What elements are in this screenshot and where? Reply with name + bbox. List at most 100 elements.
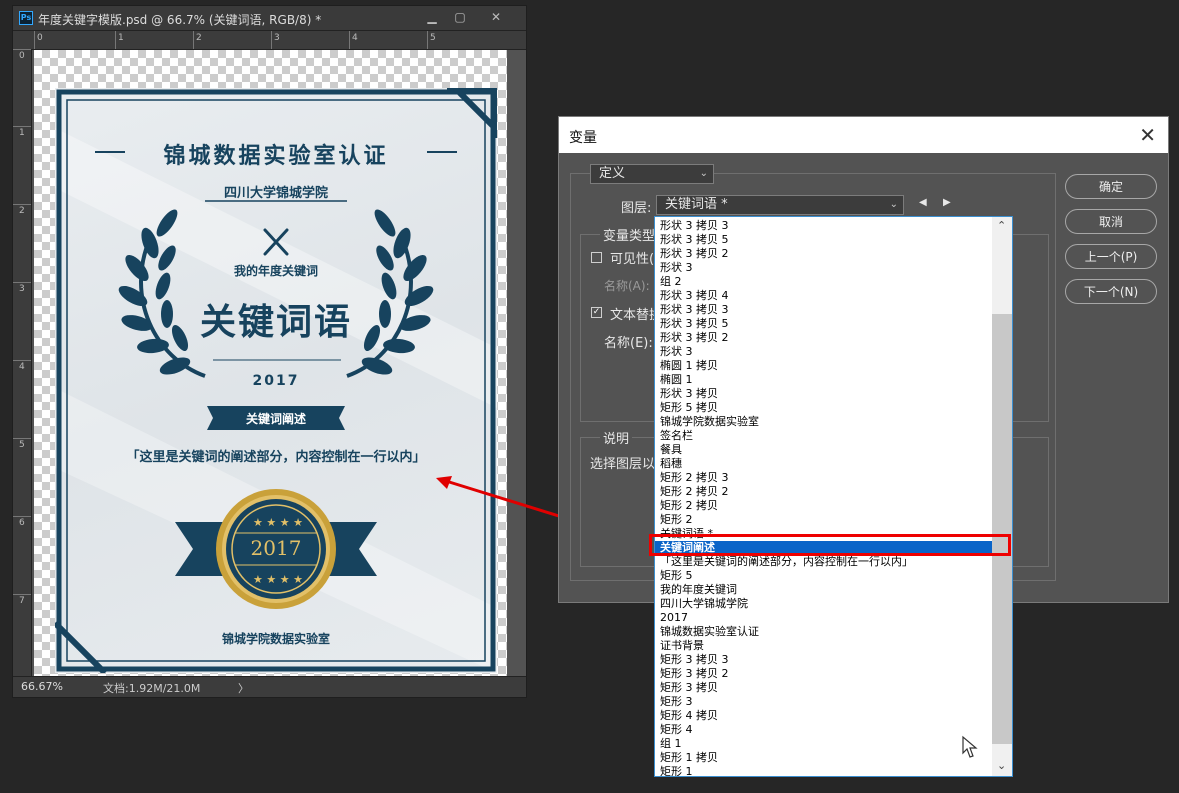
ruler-corner[interactable] (13, 31, 31, 49)
ruler-label: 0 (19, 51, 25, 61)
certificate-year: 2017 (252, 373, 300, 389)
document-title: 年度关键字模版.psd @ 66.7% (关键词语, RGB/8) * (38, 13, 322, 27)
next-button[interactable]: 下一个(N) (1065, 279, 1157, 304)
certificate: ★ ★ ★ ★ ★ ★ ★ ★ 锦城数据实验室认证 四川大学锦城学院 我的年度关… (52, 85, 500, 676)
layer-list-item[interactable]: 签名栏 (655, 429, 992, 443)
certificate-ribbon-text: 关键词阐述 (245, 412, 306, 426)
layer-select-value: 关键词语 * (665, 197, 728, 212)
layer-list-items: 形状 3 拷贝 3 形状 3 拷贝 5 形状 3 拷贝 2 形状 3组 2 形状 3 拷… (655, 219, 992, 776)
layer-list-item[interactable]: 矩形 3 拷贝 3 (655, 653, 992, 667)
dialog-titlebar[interactable]: 变量 ✕ (559, 117, 1168, 153)
layer-list-item[interactable]: 餐具 (655, 443, 992, 457)
layer-list-item[interactable]: 形状 3 (655, 345, 992, 359)
dialog-close-icon[interactable]: ✕ (1139, 123, 1156, 147)
cancel-button[interactable]: 取消 (1065, 209, 1157, 234)
ruler-label: 0 (37, 33, 43, 43)
visibility-checkbox[interactable] (591, 252, 602, 263)
layer-label: 图层: (621, 201, 652, 216)
layer-list-item[interactable]: 形状 3 拷贝 (655, 387, 992, 401)
layer-list-item[interactable]: 形状 3 拷贝 2 (655, 247, 992, 261)
status-bar: 66.67% 文档:1.92M/21.0M 〉 (13, 676, 526, 697)
certificate-keyword: 关键词语 (199, 302, 352, 343)
horizontal-ruler[interactable]: 0 1 2 3 4 5 (31, 31, 526, 50)
ruler-label: 2 (19, 206, 25, 216)
photoshop-icon: Ps (19, 11, 33, 25)
layer-list-item[interactable]: 四川大学锦城学院 (655, 597, 992, 611)
visibility-label: 可见性( (610, 252, 655, 267)
layer-list-item[interactable]: 椭圆 1 拷贝 (655, 359, 992, 373)
layer-list-item[interactable]: 证书背景 (655, 639, 992, 653)
ruler-label: 4 (19, 362, 25, 372)
name-a-label: 名称(A): (604, 279, 650, 293)
ok-button[interactable]: 确定 (1065, 174, 1157, 199)
layer-list-item[interactable]: 锦城学院数据实验室 (655, 415, 992, 429)
layer-list-item[interactable]: 形状 3 拷贝 3 (655, 303, 992, 317)
layer-list-item[interactable]: 「这里是关键词的阐述部分，内容控制在一行以内」 (655, 555, 992, 569)
svg-text:★ ★ ★ ★: ★ ★ ★ ★ (253, 573, 303, 586)
layer-list-item[interactable]: 形状 3 拷贝 5 (655, 317, 992, 331)
layer-list-item[interactable]: 矩形 4 拷贝 (655, 709, 992, 723)
ruler-label: 5 (19, 440, 25, 450)
layer-list-item[interactable]: 矩形 3 拷贝 (655, 681, 992, 695)
layer-list-item[interactable]: 矩形 3 (655, 695, 992, 709)
list-scrollbar[interactable]: ⌃ ⌄ (992, 217, 1012, 776)
layer-list-item[interactable]: 矩形 2 (655, 513, 992, 527)
ruler-label: 3 (274, 33, 280, 43)
vertical-ruler[interactable]: 0 1 2 3 4 5 6 7 (13, 49, 32, 677)
layer-list-item[interactable]: 组 2 (655, 275, 992, 289)
layer-list-item[interactable]: 组 1 (655, 737, 992, 751)
layer-list-item[interactable]: 稻穗 (655, 457, 992, 471)
layer-list-item[interactable]: 形状 3 拷贝 5 (655, 233, 992, 247)
text-replace-checkbox[interactable]: ✓ (591, 307, 602, 318)
document-info: 文档:1.92M/21.0M (103, 682, 201, 695)
layer-list-item[interactable]: 矩形 3 拷贝 2 (655, 667, 992, 681)
layer-list-item[interactable]: 2017 (655, 611, 992, 625)
highlight-annotation-box (649, 534, 1011, 556)
layer-list-item[interactable]: 形状 3 拷贝 2 (655, 331, 992, 345)
layer-list-item[interactable]: 形状 3 拷贝 4 (655, 289, 992, 303)
layer-list-item[interactable]: 矩形 2 拷贝 2 (655, 485, 992, 499)
layer-list-item[interactable]: 矩形 5 拷贝 (655, 401, 992, 415)
certificate-heading: 锦城数据实验室认证 (163, 144, 389, 169)
next-layer-icon[interactable]: ▶ (943, 197, 951, 208)
close-button[interactable]: ✕ (483, 9, 509, 25)
ruler-label: 1 (118, 33, 124, 43)
document-window: Ps 年度关键字模版.psd @ 66.7% (关键词语, RGB/8) * ▁… (12, 5, 527, 698)
status-menu-arrow[interactable]: 〉 (238, 680, 249, 696)
document-titlebar[interactable]: Ps 年度关键字模版.psd @ 66.7% (关键词语, RGB/8) * ▁… (13, 6, 526, 31)
layer-dropdown-list[interactable]: 形状 3 拷贝 3 形状 3 拷贝 5 形状 3 拷贝 2 形状 3组 2 形状 3 拷… (654, 216, 1013, 777)
ruler-label: 5 (430, 33, 436, 43)
description-text: 选择图层以 (590, 457, 656, 472)
minimize-button[interactable]: ▁ (419, 9, 445, 25)
svg-text:★ ★ ★ ★: ★ ★ ★ ★ (253, 516, 303, 529)
zoom-level[interactable]: 66.67% (21, 680, 63, 693)
layer-list-item[interactable]: 矩形 1 拷贝 (655, 751, 992, 765)
layer-list-item[interactable]: 形状 3 (655, 261, 992, 275)
layer-list-item[interactable]: 矩形 1 (655, 765, 992, 776)
definition-select[interactable]: 定义 ⌄ (590, 164, 714, 184)
scrollbar-thumb[interactable] (992, 314, 1012, 744)
scroll-down-icon[interactable]: ⌄ (997, 759, 1006, 772)
layer-list-item[interactable]: 矩形 2 拷贝 (655, 499, 992, 513)
ruler-label: 6 (19, 518, 25, 528)
previous-button[interactable]: 上一个(P) (1065, 244, 1157, 269)
ruler-label: 3 (19, 284, 25, 294)
certificate-subtitle: 我的年度关键词 (233, 264, 318, 278)
previous-layer-icon[interactable]: ◀ (919, 197, 927, 208)
medal-year: 2017 (250, 536, 302, 560)
canvas-area[interactable]: ★ ★ ★ ★ ★ ★ ★ ★ 锦城数据实验室认证 四川大学锦城学院 我的年度关… (32, 50, 526, 677)
scroll-up-icon[interactable]: ⌃ (997, 219, 1006, 232)
layer-list-item[interactable]: 椭圆 1 (655, 373, 992, 387)
certificate-school: 四川大学锦城学院 (223, 186, 328, 201)
layer-list-item[interactable]: 锦城数据实验室认证 (655, 625, 992, 639)
certificate-description: 「这里是关键词的阐述部分，内容控制在一行以内」 (126, 450, 426, 465)
layer-list-item[interactable]: 矩形 4 (655, 723, 992, 737)
layer-list-item[interactable]: 形状 3 拷贝 3 (655, 219, 992, 233)
restore-button[interactable]: ▢ (447, 9, 473, 25)
definition-select-value: 定义 (599, 166, 626, 181)
layer-list-item[interactable]: 我的年度关键词 (655, 583, 992, 597)
layer-list-item[interactable]: 矩形 2 拷贝 3 (655, 471, 992, 485)
layer-select[interactable]: 关键词语 * ⌄ (656, 195, 904, 215)
ruler-label: 7 (19, 596, 25, 606)
layer-list-item[interactable]: 矩形 5 (655, 569, 992, 583)
